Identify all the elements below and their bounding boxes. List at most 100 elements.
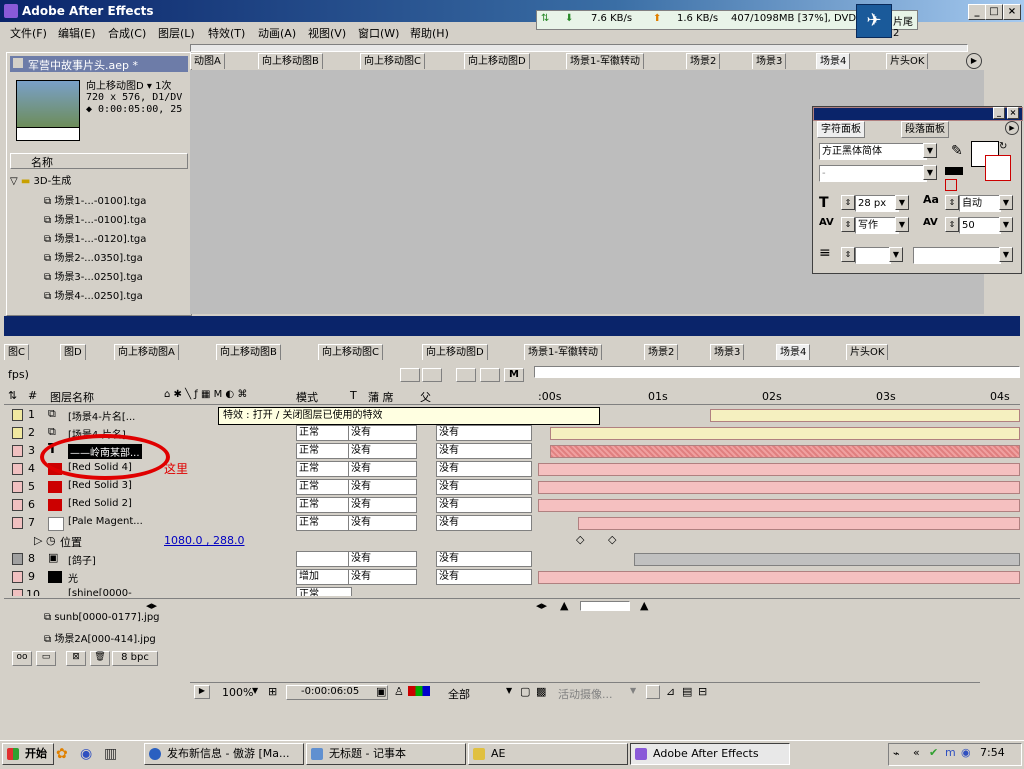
- trackmatte-select[interactable]: 没有: [348, 461, 417, 477]
- header-parent[interactable]: 父: [420, 389, 431, 405]
- comp-flow-icon[interactable]: ⊟: [698, 685, 707, 698]
- taskbar-item-folder[interactable]: AE: [468, 743, 628, 765]
- new-folder-icon[interactable]: ▭: [36, 651, 56, 666]
- list-item[interactable]: ⧉ 场景4-...0250].tga: [44, 287, 143, 305]
- taskbar-item-browser[interactable]: 发布新信息 - 傲游 [Ma...: [144, 743, 304, 765]
- leading-field[interactable]: 自动: [959, 195, 1001, 212]
- swap-colors-icon[interactable]: ↻: [999, 141, 1007, 152]
- leading-stepper[interactable]: ⇕: [945, 195, 959, 210]
- time-ruler[interactable]: :00s 01s 02s 03s 04s: [534, 380, 1020, 405]
- trackmatte-select[interactable]: 没有: [348, 569, 417, 585]
- stroke-mode-dropdown-icon[interactable]: ▼: [999, 247, 1013, 262]
- header-trkmat[interactable]: 蒲 席: [368, 389, 394, 405]
- kerning-stepper[interactable]: ⇕: [841, 217, 855, 232]
- list-item[interactable]: ⧉ sunb[0000-0177].jpg: [44, 612, 160, 630]
- view-layout-icon[interactable]: [646, 685, 660, 699]
- bpc-button[interactable]: 8 bpc: [112, 651, 158, 666]
- start-button[interactable]: 开始: [2, 743, 54, 765]
- tab-comp[interactable]: 向上移动图C: [318, 344, 383, 360]
- trackmatte-select[interactable]: 没有: [348, 515, 417, 531]
- menu-window[interactable]: 窗口(W): [358, 25, 399, 41]
- menu-help[interactable]: 帮助(H): [410, 25, 449, 41]
- parent-select[interactable]: 没有: [436, 425, 532, 441]
- tab-comp[interactable]: 场景1-军徽转动: [524, 344, 602, 360]
- close-button[interactable]: ×: [1003, 4, 1021, 20]
- stroke-width-stepper[interactable]: ⇕: [841, 247, 855, 262]
- tab-comp[interactable]: 向上移动图C: [360, 53, 425, 69]
- layer-name[interactable]: [Red Solid 3]: [68, 480, 132, 491]
- camera-select[interactable]: 活动摄像...: [558, 686, 613, 702]
- layer-name[interactable]: [鸽子]: [68, 552, 96, 567]
- blend-mode-select[interactable]: 正常: [296, 479, 352, 495]
- blend-mode-select[interactable]: 增加: [296, 569, 352, 585]
- trackmatte-select[interactable]: 没有: [348, 497, 417, 513]
- time-navigator[interactable]: [534, 366, 1020, 378]
- trash-icon[interactable]: 🗑: [90, 651, 110, 666]
- find-icon[interactable]: oo: [12, 651, 32, 666]
- list-item[interactable]: ⧉ 场景1-...-0100].tga: [44, 211, 146, 229]
- kerning-field[interactable]: 写作: [855, 217, 899, 234]
- always-preview-icon[interactable]: ▶: [194, 685, 210, 699]
- tab-comp[interactable]: 向上移动图B: [258, 53, 323, 69]
- panel-menu-arrow-icon[interactable]: ▶: [1005, 121, 1019, 135]
- layer-name[interactable]: [Pale Magent...: [68, 516, 143, 527]
- timecode-field[interactable]: -0:00:06:05: [286, 685, 388, 700]
- style-dropdown-icon[interactable]: ▼: [923, 165, 937, 180]
- label-color[interactable]: [12, 463, 23, 475]
- tab-character[interactable]: 字符面板: [817, 121, 865, 138]
- expand-pane-icon[interactable]: ◂▸: [536, 599, 547, 612]
- tray-app-icon[interactable]: ✔: [929, 746, 938, 759]
- stopwatch-icon[interactable]: ◷: [46, 534, 56, 547]
- camera-snapshot-icon[interactable]: ▣: [376, 685, 386, 698]
- tab-comp[interactable]: 片头OK: [846, 344, 889, 360]
- tray-app-icon[interactable]: m: [945, 746, 956, 759]
- label-color[interactable]: [12, 409, 23, 421]
- stroke-mode-select[interactable]: [913, 247, 1001, 264]
- tabs-menu-arrow-icon[interactable]: ▶: [966, 53, 982, 69]
- layer-bar[interactable]: [710, 409, 1020, 422]
- label-color[interactable]: [12, 571, 23, 583]
- blend-mode-select[interactable]: 正常: [296, 515, 352, 531]
- roi-icon[interactable]: ▢: [520, 685, 530, 698]
- trackmatte-select[interactable]: 没有: [348, 425, 417, 441]
- table-row[interactable]: 5 [Red Solid 3] 正常 没有 没有: [4, 478, 1020, 496]
- tracking-field[interactable]: 50: [959, 217, 1001, 234]
- layer-bar[interactable]: [578, 517, 1020, 530]
- tab-comp-active[interactable]: 场景4: [776, 344, 811, 360]
- layer-bar[interactable]: [634, 553, 1020, 566]
- tab-comp[interactable]: 场景2: [686, 53, 721, 69]
- list-item[interactable]: ⧉ 场景1-...-0120].tga: [44, 230, 146, 248]
- resolution-select[interactable]: 全部: [448, 686, 470, 702]
- tab-comp[interactable]: 向上移动图B: [216, 344, 281, 360]
- font-family-select[interactable]: 方正黑体简体: [819, 143, 927, 160]
- parent-select[interactable]: 没有: [436, 461, 532, 477]
- menu-effect[interactable]: 特效(T): [208, 25, 245, 41]
- list-item[interactable]: ⧉ 场景2A[000-414].jpg: [44, 630, 156, 648]
- layer-name[interactable]: [Red Solid 2]: [68, 498, 132, 509]
- tab-paragraph[interactable]: 段落面板: [901, 121, 949, 138]
- position-value[interactable]: 1080.0 , 288.0: [164, 534, 244, 547]
- table-row[interactable]: 2 ⧉ [场景4-片名] 正常 没有 没有: [4, 424, 1020, 442]
- font-size-field[interactable]: 28 px: [855, 195, 899, 212]
- minimize-button[interactable]: _: [968, 4, 986, 20]
- table-row[interactable]: 6 [Red Solid 2] 正常 没有 没有: [4, 496, 1020, 514]
- draft-toggle-icon[interactable]: [422, 368, 442, 382]
- parent-select[interactable]: 没有: [436, 443, 532, 459]
- trackmatte-select[interactable]: 没有: [348, 443, 417, 459]
- header-mode[interactable]: 模式: [296, 389, 318, 405]
- layer-bar[interactable]: [550, 427, 1020, 440]
- tab-comp-active[interactable]: 场景4: [816, 53, 851, 69]
- tab-comp[interactable]: 场景1-军徽转动: [566, 53, 644, 69]
- header-name[interactable]: 图层名称: [50, 389, 94, 405]
- layer-bar[interactable]: [538, 463, 1020, 476]
- layer-name[interactable]: [场景4-片名[...: [68, 408, 135, 423]
- no-color-icon[interactable]: [945, 179, 957, 191]
- layer-name[interactable]: 光: [68, 570, 78, 585]
- color-channels-icon[interactable]: [408, 686, 430, 696]
- label-color[interactable]: [12, 499, 23, 511]
- blend-mode-select[interactable]: 正常: [296, 425, 352, 441]
- black-swatch[interactable]: [945, 167, 963, 175]
- label-color[interactable]: [12, 517, 23, 529]
- layer-bar[interactable]: [538, 499, 1020, 512]
- menu-view[interactable]: 视图(V): [308, 25, 346, 41]
